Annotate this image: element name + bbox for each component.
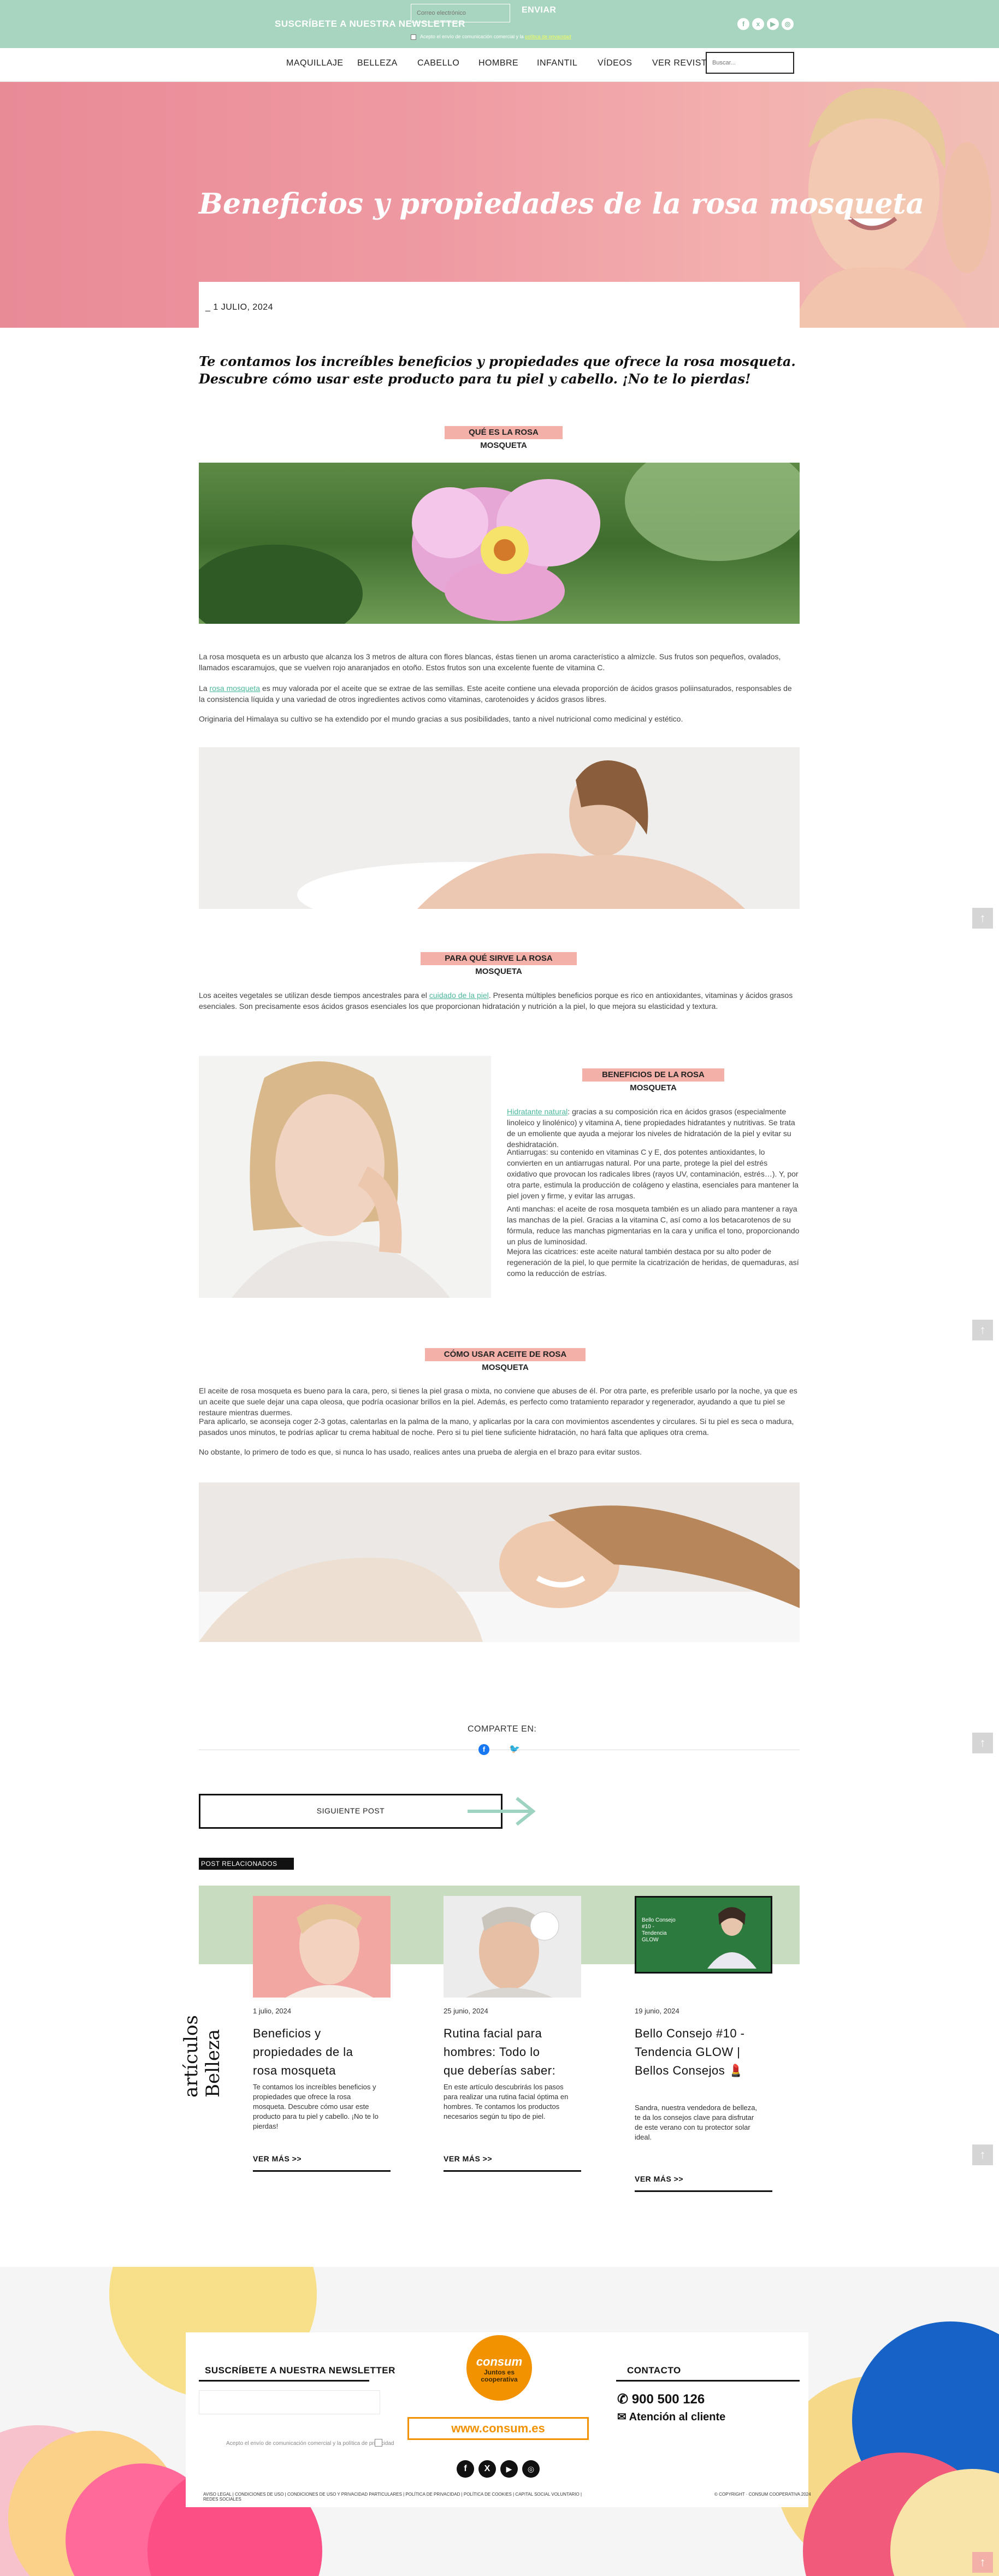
footer-accept-text: Acepto el envío de comunicación comercia… [226, 2441, 394, 2447]
woman-bath-image [199, 747, 800, 909]
nav-item-hombre[interactable]: HOMBRE [478, 58, 518, 68]
mail-icon: ✉ [617, 2411, 626, 2423]
s4-paragraph-1: El aceite de rosa mosqueta es bueno para… [199, 1386, 797, 1417]
phone-icon: ✆ [617, 2392, 629, 2407]
footer-accept-checkbox[interactable] [375, 2439, 382, 2447]
related-header: POST RELACIONADOS [199, 1858, 294, 1870]
rosa-mosqueta-link[interactable]: rosa mosqueta [209, 684, 260, 693]
related-card-3-video[interactable]: Bello Consejo #10 - Tendencia GLOW [635, 1896, 772, 1974]
s2-paragraph-1: Los aceites vegetales se utilizan desde … [199, 991, 793, 1011]
s1-paragraph-3: Originaria del Himalaya su cultivo se ha… [199, 714, 683, 723]
nav-item-belleza[interactable]: BELLEZA [357, 58, 398, 68]
footer-contact-title: CONTACTO [627, 2365, 681, 2376]
footer-phone[interactable]: ✆ 900 500 126 [617, 2391, 705, 2407]
cuidado-piel-link[interactable]: cuidado de la piel [429, 991, 489, 1000]
footer-newsletter-title: SUSCRÍBETE A NUESTRA NEWSLETTER [205, 2365, 395, 2376]
footer-instagram-icon[interactable]: ◎ [522, 2460, 540, 2478]
nav-item-ver-revista[interactable]: VER REVISTA [652, 58, 712, 68]
newsletter-send-button[interactable]: ENVIAR [522, 5, 556, 15]
instagram-icon[interactable]: ◎ [782, 18, 794, 30]
x-icon[interactable]: x [752, 18, 764, 30]
related-card-1-title[interactable]: Beneficios y propiedades de la rosa mosq… [253, 2024, 373, 2080]
related-card-3-excerpt: Sandra, nuestra vendedora de belleza, te… [635, 2104, 758, 2141]
related-card-1-image[interactable] [253, 1896, 391, 1998]
related-card-1-excerpt: Te contamos los increíbles beneficios y … [253, 2083, 379, 2130]
newsletter-accept-text: Acepto el envío de comunicación comercia… [420, 34, 571, 39]
twitter-share-icon[interactable]: 🐦 [509, 1744, 520, 1755]
article-intro: Te contamos los increíbles beneficios y … [199, 353, 796, 387]
date-card: _ 1 JULIO, 2024 [199, 282, 800, 328]
hidratante-natural-link[interactable]: Hidratante natural [507, 1107, 568, 1116]
s1-paragraph-2: La rosa mosqueta es muy valorada por el … [199, 684, 792, 704]
footer-customer-service[interactable]: ✉ Atención al cliente [617, 2410, 725, 2424]
newsletter-email-input[interactable] [411, 4, 510, 22]
related-card-3-title[interactable]: Bello Consejo #10 - Tendencia GLOW | Bel… [635, 2024, 760, 2080]
footer-logo[interactable]: consum Juntos es cooperativa [466, 2335, 532, 2401]
s4-paragraph-2: Para aplicarlo, se aconseja coger 2-3 go… [199, 1417, 794, 1437]
scroll-top-button-5[interactable]: ↑ [972, 2552, 993, 2573]
s4-paragraph-3: No obstante, lo primero de todo es que, … [199, 1447, 642, 1456]
next-post-label: SIGUIENTE POST [316, 1806, 385, 1815]
section-title-para-que-sirve: PARA QUÉ SIRVE LA ROSA MOSQUETA [421, 952, 577, 976]
facebook-icon[interactable]: f [737, 18, 749, 30]
search-input[interactable] [706, 52, 794, 74]
hero-banner: Beneficios y propiedades de la rosa mosq… [0, 82, 999, 328]
facebook-share-icon[interactable]: f [478, 1744, 489, 1755]
page-title: Beneficios y propiedades de la rosa mosq… [199, 187, 925, 221]
s3-paragraph-4: Mejora las cicatrices: este aceite natur… [507, 1247, 799, 1278]
nav-item-videos[interactable]: VÍDEOS [598, 58, 632, 68]
nav-item-infantil[interactable]: INFANTIL [537, 58, 577, 68]
section-title-que-es: QUÉ ES LA ROSA MOSQUETA [445, 426, 563, 450]
related-card-1-date: 1 julio, 2024 [253, 2007, 292, 2015]
rose-flower-image [199, 463, 800, 624]
privacy-link[interactable]: política de privacidad [525, 34, 571, 39]
scroll-top-button-3[interactable]: ↑ [972, 1733, 993, 1753]
scroll-top-button-1[interactable]: ↑ [972, 908, 993, 929]
related-card-3-video-title: Bello Consejo #10 - Tendencia GLOW [642, 1917, 676, 1943]
footer-legal-links[interactable]: AVISO LEGAL | CONDICIONES DE USO | CONDI… [203, 2492, 586, 2502]
footer-email-input[interactable] [199, 2390, 380, 2414]
related-side-title: artículos Belleza [180, 2015, 224, 2098]
related-card-2-more-link[interactable]: VER MÁS >> [444, 2154, 492, 2163]
footer-facebook-icon[interactable]: f [457, 2460, 474, 2478]
related-card-2-date: 25 junio, 2024 [444, 2007, 488, 2015]
scroll-top-button-4[interactable]: ↑ [972, 2144, 993, 2165]
related-card-3-date: 19 junio, 2024 [635, 2007, 679, 2015]
woman-portrait-image [199, 1056, 491, 1298]
s3-paragraph-1: Hidratante natural: gracias a su composi… [507, 1107, 795, 1149]
related-card-3-underline [635, 2190, 772, 2192]
footer-website-link[interactable]: www.consum.es [407, 2417, 589, 2440]
related-card-2-title[interactable]: Rutina facial para hombres: Todo lo que … [444, 2024, 564, 2080]
related-card-2-excerpt: En este artículo descubrirás los pasos p… [444, 2083, 569, 2120]
next-post-button[interactable]: SIGUIENTE POST [199, 1794, 503, 1829]
related-card-2-image[interactable] [444, 1896, 581, 1998]
nav-item-cabello[interactable]: CABELLO [417, 58, 459, 68]
share-label: COMPARTE EN: [468, 1724, 537, 1734]
related-card-1-more-link[interactable]: VER MÁS >> [253, 2154, 302, 2163]
footer-contact-rule [616, 2380, 800, 2382]
footer-copyright: © COPYRIGHT · CONSUM COOPERATIVA 2024 [714, 2492, 811, 2497]
post-date: _ 1 JULIO, 2024 [205, 303, 274, 312]
footer-newsletter-rule [199, 2380, 369, 2382]
footer-youtube-icon[interactable]: ▶ [500, 2460, 518, 2478]
s3-paragraph-2: Antiarrugas: su contenido en vitaminas C… [507, 1148, 799, 1200]
newsletter-accept-checkbox[interactable] [411, 34, 416, 40]
scroll-top-button-2[interactable]: ↑ [972, 1320, 993, 1340]
related-card-2-underline [444, 2170, 581, 2172]
s3-paragraph-3: Anti manchas: el aceite de rosa mosqueta… [507, 1204, 800, 1246]
related-card-1-underline [253, 2170, 391, 2172]
section-title-beneficios: BENEFICIOS DE LA ROSA MOSQUETA [582, 1068, 724, 1092]
footer-x-icon[interactable]: X [478, 2460, 496, 2478]
related-card-3-more-link[interactable]: VER MÁS >> [635, 2175, 683, 2183]
s1-paragraph-1: La rosa mosqueta es un arbusto que alcan… [199, 652, 781, 672]
arrow-right-icon [468, 1797, 536, 1826]
youtube-icon[interactable]: ▶ [767, 18, 779, 30]
section-title-como-usar: CÓMO USAR ACEITE DE ROSA MOSQUETA [425, 1348, 586, 1372]
woman-lying-image [199, 1482, 800, 1642]
nav-item-maquillaje[interactable]: MAQUILLAJE [286, 58, 344, 68]
